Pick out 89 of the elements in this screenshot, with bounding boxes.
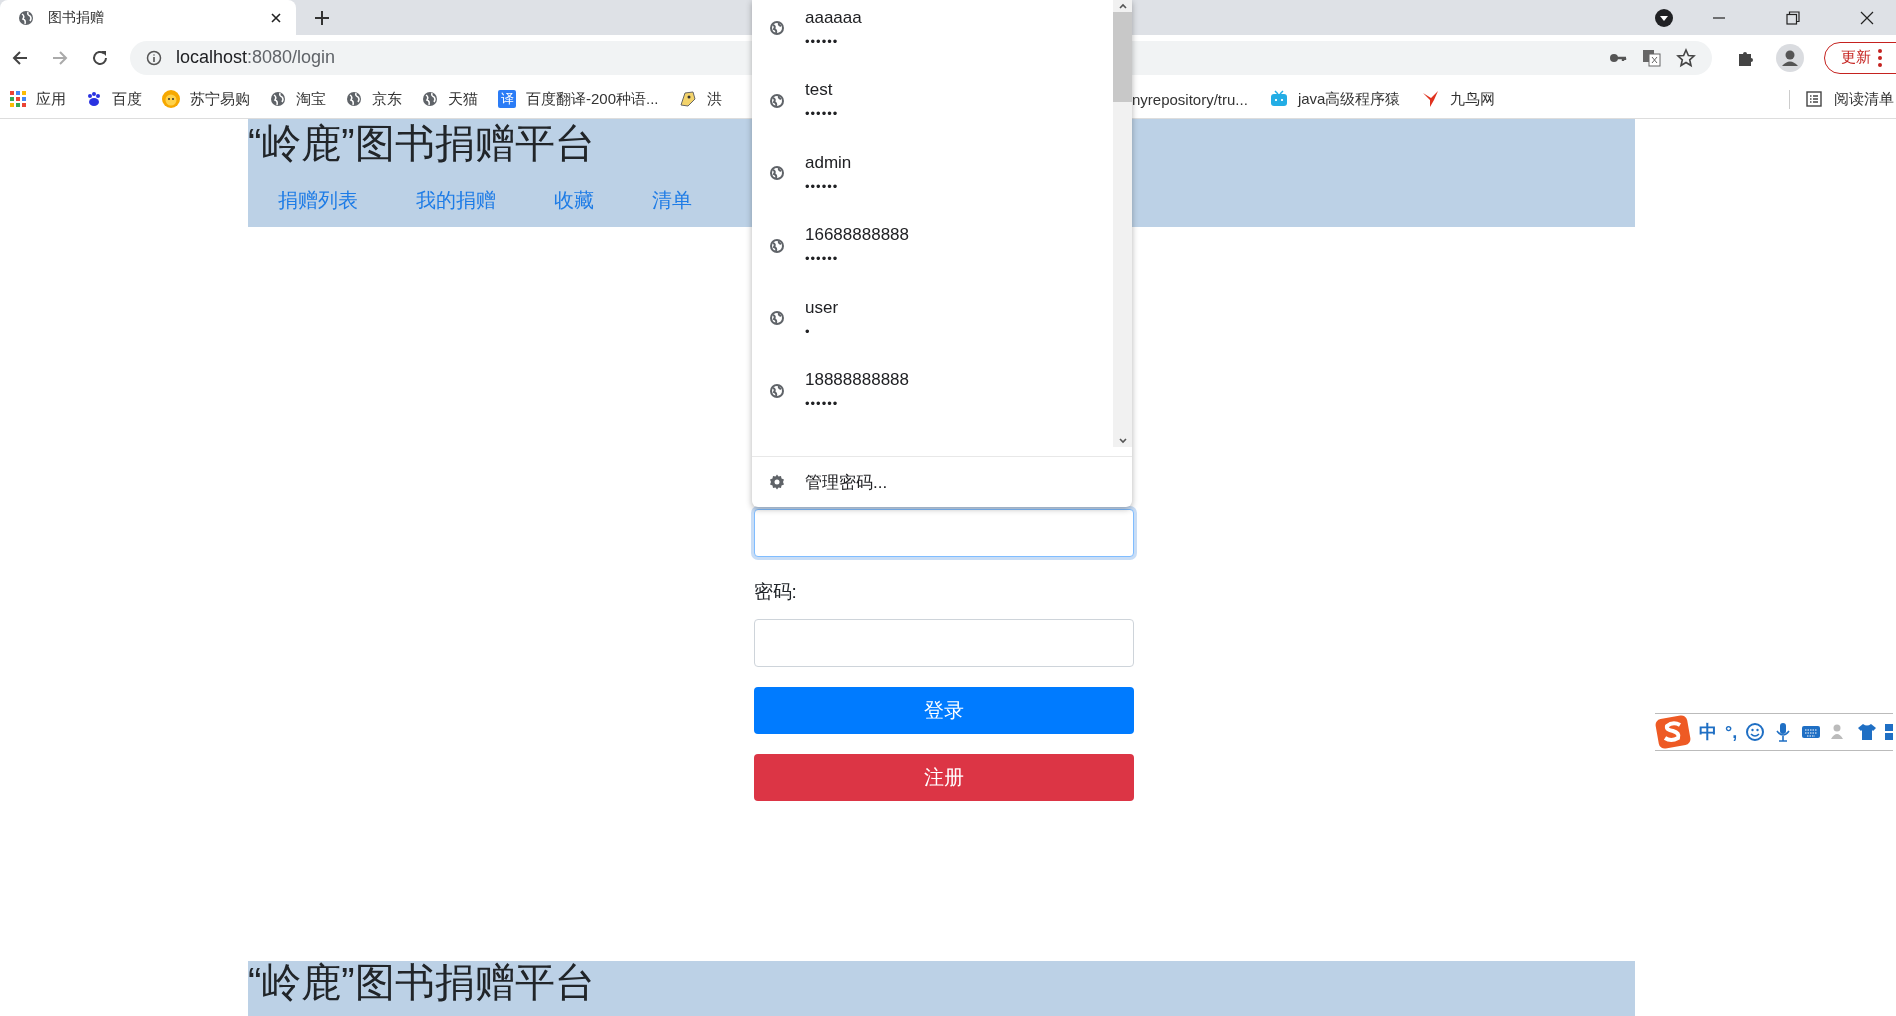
close-icon[interactable] [1860, 10, 1874, 25]
globe-icon [422, 91, 438, 107]
saved-username: 16688888888 [805, 225, 909, 246]
tab-search-icon[interactable] [1654, 7, 1674, 28]
bookmark-label: java高级程序猿 [1297, 89, 1401, 109]
bookmark-label: 京东 [372, 89, 402, 109]
more-menu-icon[interactable] [1878, 48, 1882, 67]
bookmark-item[interactable]: java高级程序猿 [1269, 89, 1401, 109]
globe-icon [769, 92, 785, 109]
globe-icon [346, 91, 362, 107]
input-method-logo-icon[interactable] [1655, 715, 1691, 749]
bookmark-item[interactable]: 苏宁易购 [162, 89, 250, 109]
saved-password-item[interactable]: user • [752, 282, 1113, 355]
saved-username: admin [805, 152, 852, 173]
bookmark-label: 苏宁易购 [190, 89, 250, 109]
star-icon[interactable] [1676, 47, 1696, 68]
lion-face-icon [162, 90, 180, 108]
globe-icon [769, 382, 785, 399]
globe-icon [270, 91, 286, 107]
saved-username: aaaaaa [805, 7, 862, 28]
bookmark-item[interactable]: 百度 [86, 89, 142, 109]
scrollbar-thumb[interactable] [1113, 12, 1132, 102]
close-icon[interactable] [270, 11, 282, 24]
bookmark-item[interactable]: 天猫 [422, 89, 478, 109]
site-title: “岭鹿”图书捐赠平台 [248, 120, 595, 167]
url-text: localhost:8080/login [176, 47, 336, 68]
bookmark-label: 洪 [706, 89, 722, 109]
bookmark-item[interactable]: nyrepository/tru... [1132, 90, 1248, 108]
masked-password: •••••• [805, 33, 840, 49]
reading-list-button[interactable]: 阅读清单 [1789, 89, 1894, 109]
saved-password-item[interactable]: admin •••••• [752, 137, 1113, 210]
bookmark-item[interactable]: 洪 [678, 89, 722, 109]
smiley-icon[interactable] [1745, 722, 1766, 742]
grid-icon[interactable] [1885, 722, 1894, 742]
info-icon [146, 49, 162, 66]
bookmark-item[interactable]: 京东 [346, 89, 402, 109]
globe-icon [769, 310, 785, 327]
bookmark-item[interactable]: 九鸟网 [1422, 89, 1496, 109]
bookmark-item[interactable]: 译 百度翻译-200种语... [498, 89, 659, 109]
saved-password-item[interactable]: test •••••• [752, 64, 1113, 137]
login-button[interactable]: 登录 [753, 687, 1134, 734]
tab-title: 图书捐赠 [48, 8, 105, 27]
plus-icon[interactable] [314, 9, 330, 26]
ime-mode-toggle[interactable]: 中 [1699, 720, 1717, 744]
saved-username: test [805, 80, 834, 101]
bookmark-label: 百度翻译-200种语... [526, 89, 659, 109]
saved-password-item[interactable]: 18888888888 •••••• [752, 354, 1113, 427]
masked-password: •••••• [805, 251, 840, 267]
bookmark-item[interactable]: 应用 [10, 89, 66, 109]
globe-icon [769, 237, 785, 254]
scroll-down-icon[interactable] [1117, 437, 1128, 445]
saved-username: user [805, 297, 839, 318]
apps-grid-icon [10, 91, 26, 107]
password-field[interactable] [753, 619, 1134, 667]
manage-passwords-item[interactable]: 管理密码... [752, 457, 1132, 507]
scrollbar[interactable] [1113, 0, 1132, 447]
saved-password-item[interactable]: 16688888888 •••••• [752, 209, 1113, 282]
restore-icon[interactable] [1786, 10, 1800, 25]
masked-password: • [805, 323, 812, 339]
masked-password: •••••• [805, 396, 840, 412]
saved-password-item[interactable]: aaaaaa •••••• [752, 0, 1113, 65]
profile-icon[interactable] [1776, 43, 1804, 72]
globe-icon [769, 20, 785, 37]
bookmark-label: 天猫 [448, 89, 478, 109]
bookmark-label: 百度 [112, 89, 142, 109]
globe-icon [18, 9, 34, 26]
masked-password: •••••• [805, 178, 840, 194]
browser-tab[interactable]: 图书捐赠 [0, 0, 296, 35]
translate-icon[interactable] [1642, 47, 1662, 68]
paw-icon [86, 91, 102, 107]
update-button[interactable]: 更新 [1824, 41, 1896, 74]
masked-password: •••••• [805, 106, 839, 122]
shirt-icon[interactable] [1857, 722, 1878, 742]
list-icon [1806, 91, 1822, 107]
bookmark-label: 九鸟网 [1450, 89, 1496, 109]
saved-username: 18888888888 [805, 370, 909, 391]
username-field[interactable] [753, 509, 1134, 557]
site-title: “岭鹿”图书捐赠平台 [248, 961, 595, 1003]
scroll-up-icon[interactable] [1117, 2, 1128, 10]
bookmark-label: 淘宝 [296, 89, 326, 109]
settings-icon [769, 474, 785, 490]
translate-badge-icon: 译 [498, 90, 516, 108]
ime-punctuation-toggle[interactable]: °, [1725, 721, 1738, 743]
password-label: 密码: [753, 580, 798, 604]
tv-face-icon [1269, 90, 1288, 108]
globe-icon [769, 165, 785, 182]
register-button[interactable]: 注册 [753, 754, 1134, 801]
bookmark-item[interactable]: 淘宝 [270, 89, 326, 109]
bookmark-label: 应用 [36, 89, 66, 109]
